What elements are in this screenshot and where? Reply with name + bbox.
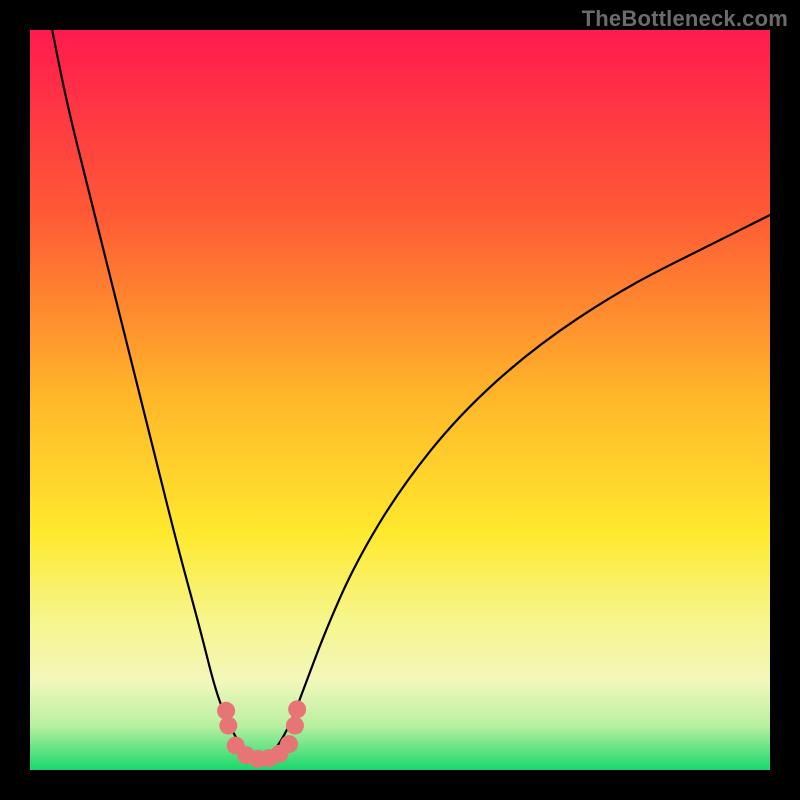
sample-dot [286, 717, 304, 735]
sample-dot [219, 717, 237, 735]
plot-area [30, 30, 770, 770]
watermark-text: TheBottleneck.com [582, 6, 788, 32]
sample-dot [288, 700, 306, 718]
bottleneck-chart [30, 30, 770, 770]
chart-frame: TheBottleneck.com [0, 0, 800, 800]
sample-dot [280, 735, 298, 753]
